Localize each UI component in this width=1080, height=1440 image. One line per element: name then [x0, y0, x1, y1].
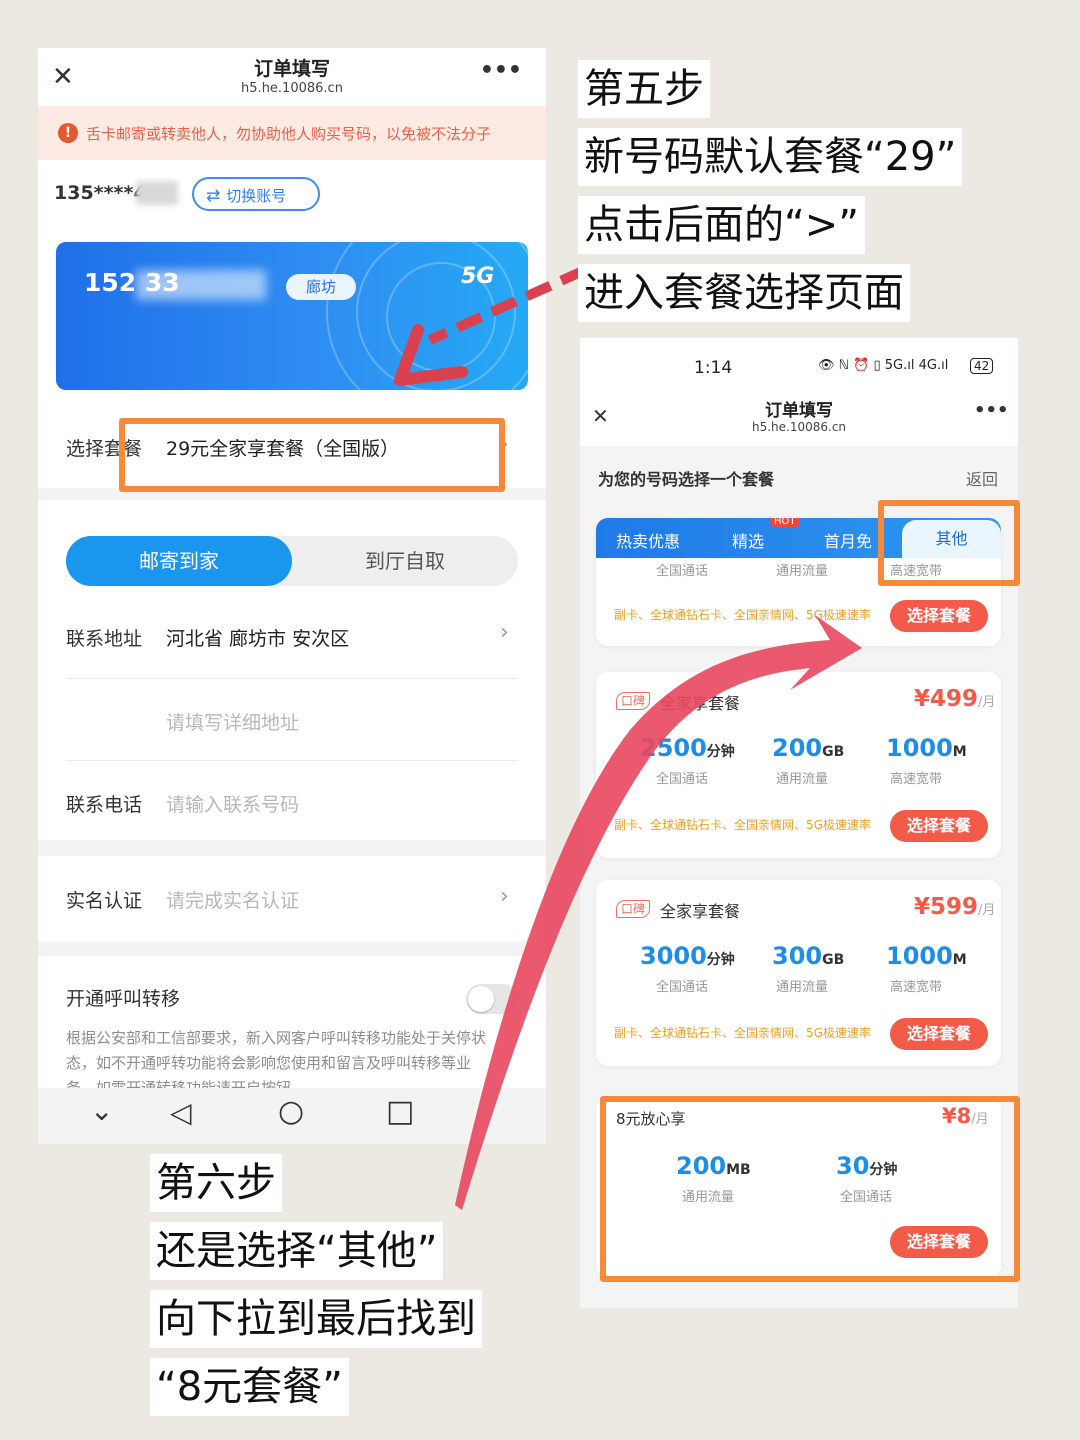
step6-line: 还是选择“其他” [150, 1222, 444, 1280]
step5-line: 进入套餐选择页面 [578, 264, 910, 322]
step6-caption: 第六步 还是选择“其他” 向下拉到最后找到 “8元套餐” [150, 1154, 482, 1416]
step5-line: 新号码默认套餐“29” [578, 128, 963, 186]
step6-line: “8元套餐” [150, 1358, 349, 1416]
step6-line: 向下拉到最后找到 [150, 1290, 482, 1348]
dashed-arrow-shaft [427, 265, 588, 345]
curved-arrow [455, 615, 862, 1210]
step5-caption: 第五步 新号码默认套餐“29” 点击后面的“>” 进入套餐选择页面 [578, 60, 963, 322]
step5-title: 第五步 [578, 60, 710, 118]
step5-line: 点击后面的“>” [578, 196, 865, 254]
step6-title: 第六步 [150, 1154, 282, 1212]
